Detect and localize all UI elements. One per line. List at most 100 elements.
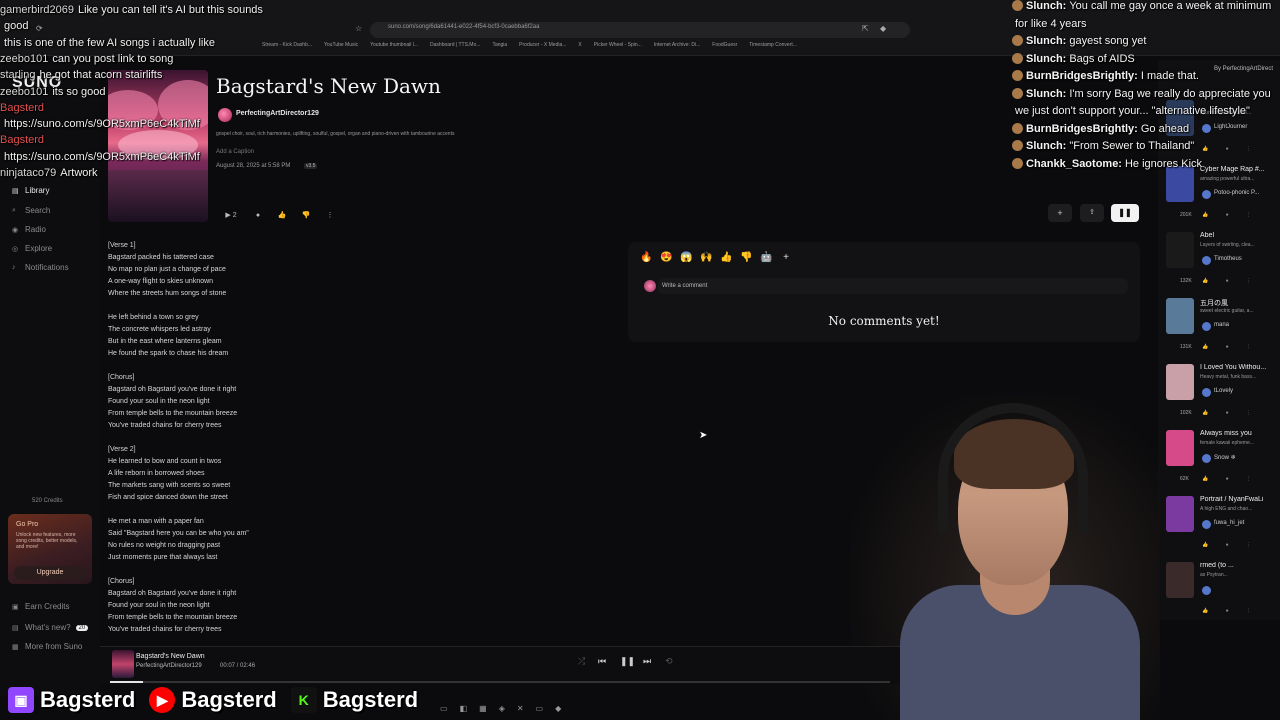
sidebar-item-more-from-suno[interactable]: ▦ More from Suno bbox=[12, 642, 82, 651]
taskbar-icon[interactable]: ▦ bbox=[479, 704, 487, 713]
song-card-user[interactable]: mana bbox=[1214, 322, 1229, 328]
player-thumbnail[interactable] bbox=[112, 650, 134, 678]
dislike-icon[interactable]: 👎 bbox=[298, 210, 314, 222]
song-thumbnail[interactable] bbox=[1166, 496, 1194, 532]
song-card-title[interactable]: rmed (to ... bbox=[1200, 562, 1280, 569]
bookmark-item[interactable]: Picker Wheel - Spin... bbox=[594, 42, 642, 53]
taskbar-icon[interactable]: ▭ bbox=[440, 704, 448, 713]
repeat-icon[interactable]: ⟲ bbox=[665, 656, 673, 667]
player-artist[interactable]: PerfectingArtDirector129 bbox=[136, 663, 202, 669]
song-card-actions[interactable]: 👍 ● ⋮ bbox=[1202, 476, 1259, 482]
cover-art[interactable] bbox=[108, 70, 208, 222]
song-thumbnail[interactable] bbox=[1166, 232, 1194, 268]
song-card-avatar[interactable] bbox=[1202, 520, 1211, 529]
next-icon[interactable]: ⏭ bbox=[643, 656, 651, 667]
previous-icon[interactable]: ⏮ bbox=[598, 656, 606, 667]
song-card-title[interactable]: 五月の風 bbox=[1200, 298, 1280, 308]
comment-icon[interactable]: ● bbox=[250, 210, 266, 222]
song-card-avatar[interactable] bbox=[1202, 256, 1211, 265]
song-card[interactable]: I Loved You Withou... Heavy metal, funk b… bbox=[1162, 364, 1280, 428]
bookmark-item[interactable]: X bbox=[578, 42, 581, 53]
song-card-actions[interactable]: 👍 ● ⋮ bbox=[1202, 410, 1259, 416]
bookmark-item[interactable]: Timestamp Convert... bbox=[749, 42, 797, 53]
song-card[interactable]: 五月の風 sweet electric guitar, a... mana 131K 👍… bbox=[1162, 298, 1280, 362]
bookmark-item[interactable]: Stream - Kick Dashb... bbox=[262, 42, 312, 53]
sidebar-item-search[interactable]: ⌕ Search bbox=[12, 206, 50, 215]
player-pause-icon[interactable]: ❚❚ bbox=[620, 656, 635, 667]
song-card-actions[interactable]: 👍 ● ⋮ bbox=[1202, 146, 1259, 152]
song-card-actions[interactable]: 👍 ● ⋮ bbox=[1202, 542, 1259, 548]
upgrade-button[interactable]: Upgrade bbox=[14, 566, 86, 580]
song-card-title[interactable]: Abel bbox=[1200, 232, 1280, 239]
progress-bar[interactable] bbox=[110, 681, 890, 683]
reload-icon[interactable]: ⟳ bbox=[36, 24, 43, 33]
taskbar-icon[interactable]: ✕ bbox=[517, 704, 524, 713]
artist-avatar[interactable] bbox=[218, 108, 232, 122]
more-options-icon[interactable]: ⋮ bbox=[322, 210, 338, 222]
bookmark-item[interactable]: Tangia bbox=[492, 42, 507, 53]
song-card-user[interactable]: LightJourner bbox=[1214, 124, 1247, 130]
song-card-actions[interactable]: 👍 ● ⋮ bbox=[1202, 278, 1259, 284]
song-thumbnail[interactable] bbox=[1166, 166, 1194, 202]
sidebar-item-library[interactable]: ▤ Library bbox=[12, 186, 49, 195]
song-card-avatar[interactable] bbox=[1202, 454, 1211, 463]
song-card-avatar[interactable] bbox=[1202, 388, 1211, 397]
sidebar-item-explore[interactable]: ◎ Explore bbox=[12, 244, 52, 253]
reaction-button[interactable]: + bbox=[780, 252, 792, 263]
extension-icon[interactable]: ◆ bbox=[880, 24, 886, 33]
taskbar-icon[interactable]: ◧ bbox=[460, 704, 468, 713]
reaction-button[interactable]: 🤖 bbox=[760, 252, 772, 263]
bookmark-item[interactable]: Youtube thumbnail l... bbox=[370, 42, 418, 53]
song-card-avatar[interactable] bbox=[1202, 190, 1211, 199]
song-card[interactable]: Cyber Mage Rap #... amazing powerful ultr… bbox=[1162, 166, 1280, 230]
song-card[interactable]: Portrait / NyanFwaLi A high ENG and chao.… bbox=[1162, 496, 1280, 560]
sidebar-item-notifications[interactable]: ♪ Notifications bbox=[12, 263, 69, 272]
bookmark-item[interactable]: Internet Archive: Di... bbox=[654, 42, 700, 53]
song-card-actions[interactable]: 👍 ● ⋮ bbox=[1202, 608, 1259, 614]
sidebar-item-whats-new[interactable]: ▤ What's new? 20 bbox=[12, 623, 89, 632]
add-to-playlist-button[interactable]: + bbox=[1048, 204, 1072, 222]
song-thumbnail[interactable] bbox=[1166, 430, 1194, 466]
song-card-user[interactable]: Timotheus bbox=[1214, 256, 1242, 262]
song-card-title[interactable]: I Loved You Withou... bbox=[1200, 364, 1280, 371]
artist-name[interactable]: PerfectingArtDirector129 bbox=[236, 110, 319, 117]
song-card-avatar[interactable] bbox=[1202, 322, 1211, 331]
pause-button[interactable]: ❚❚ bbox=[1111, 204, 1139, 222]
song-card-avatar[interactable] bbox=[1202, 586, 1211, 595]
sidebar-item-radio[interactable]: ◉ Radio bbox=[12, 225, 46, 234]
reaction-button[interactable]: 😍 bbox=[660, 252, 672, 263]
player-title[interactable]: Bagstard's New Dawn bbox=[136, 653, 205, 660]
bookmark-item[interactable]: FoodGuesr bbox=[712, 42, 737, 53]
like-icon[interactable]: 👍 bbox=[274, 210, 290, 222]
reaction-button[interactable]: 🙌 bbox=[700, 252, 712, 263]
song-card[interactable]: Abel Layers of swirling, clea... Timotheus… bbox=[1162, 232, 1280, 296]
reaction-button[interactable]: 🔥 bbox=[640, 252, 652, 263]
song-thumbnail[interactable] bbox=[1166, 562, 1194, 598]
song-card[interactable]: rmed (to ... as Psytran... 👍 ● ⋮ bbox=[1162, 562, 1280, 620]
play-count-button[interactable]: ▶ 2 bbox=[220, 210, 242, 222]
taskbar-icon[interactable]: ▭ bbox=[536, 704, 544, 713]
shuffle-icon[interactable]: ⤮ bbox=[578, 656, 585, 667]
reaction-button[interactable]: 👍 bbox=[720, 252, 732, 263]
share-button[interactable]: ⇪ bbox=[1080, 204, 1104, 222]
song-card-avatar[interactable] bbox=[1202, 124, 1211, 133]
sidebar-item-earn-credits[interactable]: ▣ Earn Credits bbox=[12, 602, 69, 611]
bookmark-item[interactable]: Dashboard | TTS.Mo... bbox=[430, 42, 480, 53]
reaction-button[interactable]: 👎 bbox=[740, 252, 752, 263]
comment-input[interactable]: Write a comment bbox=[658, 278, 1128, 294]
song-thumbnail[interactable] bbox=[1166, 298, 1194, 334]
bookmark-star-icon[interactable]: ☆ bbox=[355, 24, 362, 33]
song-card-actions[interactable]: 👍 ● ⋮ bbox=[1202, 344, 1259, 350]
song-card-user[interactable]: tLovely bbox=[1214, 388, 1233, 394]
song-card-title[interactable]: Portrait / NyanFwaLi bbox=[1200, 496, 1280, 503]
reaction-button[interactable]: 😱 bbox=[680, 252, 692, 263]
song-card-user[interactable]: fuwa_hi_jet bbox=[1214, 520, 1244, 526]
bookmark-item[interactable]: YouTube Music bbox=[324, 42, 358, 53]
share-icon[interactable]: ⇱ bbox=[862, 24, 869, 33]
bookmark-item[interactable]: Producer - X Media... bbox=[519, 42, 566, 53]
song-card-title[interactable]: Always miss you bbox=[1200, 430, 1280, 437]
song-card-user[interactable]: Snow ❄ bbox=[1214, 454, 1236, 461]
add-caption-link[interactable]: Add a Caption bbox=[216, 149, 254, 155]
song-card-user[interactable]: Potoo-phonic P... bbox=[1214, 190, 1259, 196]
song-card-title[interactable]: Cyber Mage Rap #... bbox=[1200, 166, 1280, 173]
